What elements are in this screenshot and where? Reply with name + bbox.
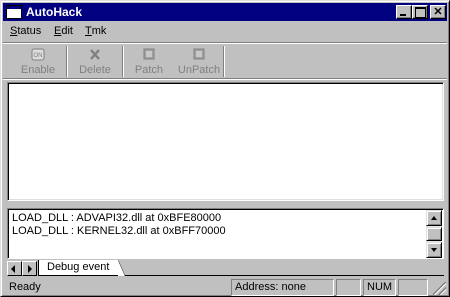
status-num-lock: NUM: [363, 279, 396, 296]
tab-scroll-left-button[interactable]: [7, 261, 22, 276]
status-pane-blank: [398, 279, 428, 296]
status-address: Address: none: [231, 279, 334, 296]
title-bar[interactable]: AutoHack ✕: [3, 3, 447, 21]
status-bar: Ready Address: none NUM: [3, 279, 447, 296]
enable-button[interactable]: ON Enable: [11, 45, 65, 78]
scroll-down-button[interactable]: [426, 242, 442, 258]
status-text: Ready: [9, 281, 41, 293]
arrow-down-icon: [431, 248, 437, 252]
close-button[interactable]: ✕: [430, 5, 446, 19]
tab-baseline: [125, 275, 444, 276]
app-window-icon[interactable]: [6, 5, 22, 19]
window-title: AutoHack: [26, 5, 83, 19]
tab-debug-event[interactable]: Debug event: [38, 260, 126, 276]
menu-edit[interactable]: Edit: [54, 25, 73, 38]
log-scrollbar[interactable]: [426, 210, 442, 258]
scroll-thumb[interactable]: [426, 227, 442, 241]
tab-scroll-right-button[interactable]: [22, 261, 37, 276]
arrow-right-icon: [28, 265, 32, 273]
toolbar-separator: [66, 46, 68, 77]
patch-button[interactable]: Patch: [125, 45, 173, 78]
menu-status[interactable]: Status: [10, 25, 41, 38]
status-pane-blank: [336, 279, 361, 296]
resize-grip-icon[interactable]: [433, 282, 446, 295]
app-window: AutoHack ✕ Status Edit Tmk ON Enable Del…: [0, 0, 450, 297]
power-toggle-icon: ON: [31, 48, 45, 61]
close-icon: ✕: [433, 6, 443, 18]
minimize-button[interactable]: [396, 5, 412, 19]
log-line: LOAD_DLL : ADVAPI32.dll at 0xBFE80000: [12, 212, 222, 224]
patch-icon: [143, 48, 155, 60]
log-lines: LOAD_DLL : ADVAPI32.dll at 0xBFE80000 LO…: [12, 212, 423, 238]
svg-text:ON: ON: [34, 53, 43, 59]
delete-x-icon: [90, 49, 100, 60]
menu-bar: Status Edit Tmk: [3, 22, 447, 41]
arrow-left-icon: [11, 265, 15, 273]
toolbar: ON Enable Delete Patch UnPatch: [3, 42, 447, 80]
unpatch-button[interactable]: UnPatch: [175, 45, 223, 78]
toolbar-separator: [223, 46, 225, 77]
scroll-up-button[interactable]: [426, 210, 442, 226]
main-content-panel[interactable]: [7, 82, 444, 201]
delete-button[interactable]: Delete: [69, 45, 121, 78]
maximize-button[interactable]: [412, 5, 428, 19]
menu-tmk[interactable]: Tmk: [85, 25, 106, 38]
unpatch-icon: [193, 48, 205, 60]
arrow-up-icon: [431, 216, 437, 220]
toolbar-separator: [122, 46, 124, 77]
log-line: LOAD_DLL : KERNEL32.dll at 0xBFF70000: [12, 225, 226, 237]
debug-log[interactable]: LOAD_DLL : ADVAPI32.dll at 0xBFE80000 LO…: [7, 208, 444, 259]
tab-strip: Debug event: [7, 260, 444, 277]
